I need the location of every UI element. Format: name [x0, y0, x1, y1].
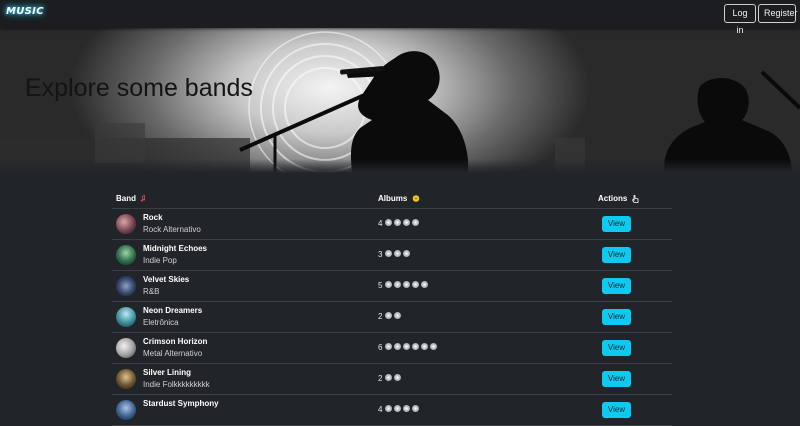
band-name: Stardust Symphony	[143, 399, 219, 408]
view-button[interactable]: View	[602, 247, 631, 263]
disc-icon	[394, 219, 402, 226]
disc-icon	[394, 343, 402, 350]
disc-icon	[412, 405, 420, 412]
band-header-label: Band	[116, 194, 136, 203]
band-avatar	[116, 369, 136, 389]
band-genre: R&B	[143, 287, 160, 296]
band-avatar	[116, 338, 136, 358]
disc-icon	[412, 195, 419, 203]
disc-icon	[403, 343, 411, 350]
album-count: 3	[378, 250, 383, 259]
disc-icon	[385, 374, 393, 381]
disc-icon	[385, 250, 393, 257]
disc-icon	[394, 374, 402, 381]
disc-icon	[430, 343, 438, 350]
album-cell: 4	[378, 405, 421, 414]
navbar: MUSIC Log in Register	[0, 0, 800, 35]
table-row: Rock Rock Alternativo 4 View	[112, 209, 672, 240]
album-count: 4	[378, 219, 383, 228]
view-button[interactable]: View	[602, 309, 631, 325]
album-count: 2	[378, 374, 383, 383]
band-genre: Eletrônica	[143, 318, 179, 327]
disc-icon	[412, 343, 420, 350]
table-row: Stardust Symphony 4 View	[112, 395, 672, 426]
band-name: Midnight Echoes	[143, 244, 207, 253]
disc-icon	[403, 219, 411, 226]
hero-fade	[0, 159, 800, 173]
album-count: 4	[378, 405, 383, 414]
view-button[interactable]: View	[602, 371, 631, 387]
disc-icon	[385, 312, 393, 319]
table-row: Neon Dreamers Eletrônica 2 View	[112, 302, 672, 333]
login-button[interactable]: Log in	[724, 4, 756, 35]
band-name: Rock	[143, 213, 163, 222]
table-row: Crimson Horizon Metal Alternativo 6 View	[112, 333, 672, 364]
hero-title: Explore some bands	[25, 74, 253, 102]
disc-icon	[421, 281, 429, 288]
band-name: Crimson Horizon	[143, 337, 208, 346]
disc-icon	[385, 405, 393, 412]
album-cell: 6	[378, 343, 439, 352]
music-note-icon	[141, 195, 146, 202]
album-cell: 3	[378, 250, 412, 259]
view-button[interactable]: View	[602, 340, 631, 356]
table-row: Midnight Echoes Indie Pop 3 View	[112, 240, 672, 271]
band-name: Neon Dreamers	[143, 306, 203, 315]
table-header: Band Albums Actions	[112, 190, 672, 209]
disc-icon	[403, 405, 411, 412]
band-genre: Metal Alternativo	[143, 349, 203, 358]
register-button[interactable]: Register	[758, 4, 798, 23]
actions-column-header: Actions	[598, 194, 639, 203]
bands-table: Band Albums Actions Rock Rock Alternativ…	[112, 190, 672, 426]
album-count: 6	[378, 343, 383, 352]
band-column-header: Band	[116, 194, 146, 203]
table-row: Velvet Skies R&B 5 View	[112, 271, 672, 302]
disc-icon	[385, 343, 393, 350]
disc-icon	[385, 281, 393, 288]
actions-header-label: Actions	[598, 194, 628, 203]
band-avatar	[116, 245, 136, 265]
band-avatar	[116, 307, 136, 327]
disc-icon	[412, 281, 420, 288]
view-button[interactable]: View	[602, 216, 631, 232]
hero-banner: Explore some bands	[0, 28, 800, 173]
disc-icon	[403, 250, 411, 257]
table-row: Silver Lining Indie Folkkkkkkkkk 2 View	[112, 364, 672, 395]
disc-icon	[385, 219, 393, 226]
band-name: Velvet Skies	[143, 275, 190, 284]
album-count: 5	[378, 281, 383, 290]
album-cell: 4	[378, 219, 421, 228]
view-button[interactable]: View	[602, 402, 631, 418]
band-name: Silver Lining	[143, 368, 192, 377]
view-button[interactable]: View	[602, 278, 631, 294]
disc-icon	[394, 405, 402, 412]
album-count: 2	[378, 312, 383, 321]
disc-icon	[403, 281, 411, 288]
album-cell: 2	[378, 312, 403, 321]
band-avatar	[116, 276, 136, 296]
band-avatar	[116, 214, 136, 234]
app-logo[interactable]: MUSIC	[6, 6, 44, 17]
album-cell: 2	[378, 374, 403, 383]
band-genre: Indie Folkkkkkkkkk	[143, 380, 210, 389]
albums-column-header: Albums	[378, 194, 420, 203]
band-genre: Rock Alternativo	[143, 225, 201, 234]
album-cell: 5	[378, 281, 430, 290]
disc-icon	[394, 281, 402, 288]
disc-icon	[394, 250, 402, 257]
albums-header-label: Albums	[378, 194, 408, 203]
disc-icon	[412, 219, 420, 226]
hand-pointer-icon	[631, 194, 638, 203]
disc-icon	[421, 343, 429, 350]
disc-icon	[394, 312, 402, 319]
band-genre: Indie Pop	[143, 256, 177, 265]
band-avatar	[116, 400, 136, 420]
